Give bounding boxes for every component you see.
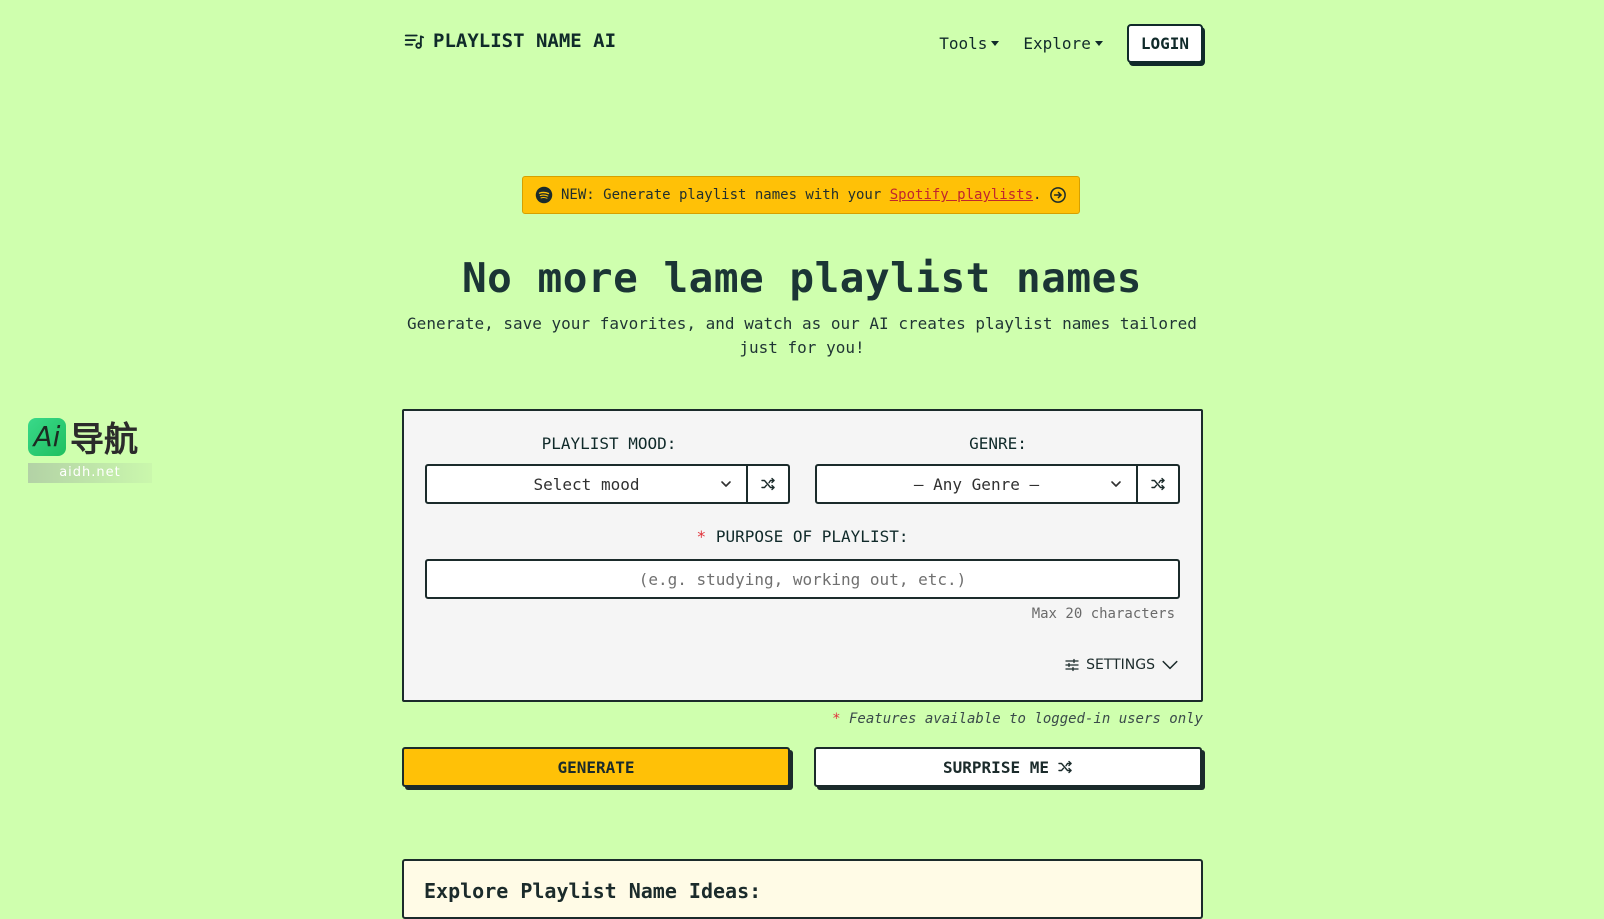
banner-text: NEW: Generate playlist names with your S… xyxy=(561,187,1041,203)
navbar: PLAYLIST NAME AI Tools Explore LOGIN xyxy=(403,24,1203,64)
explore-ideas-section: Explore Playlist Name Ideas: xyxy=(402,859,1203,919)
surprise-me-label: SURPRISE ME xyxy=(943,757,1049,777)
chevron-down-icon xyxy=(1162,660,1178,670)
brand-logo-link[interactable]: PLAYLIST NAME AI xyxy=(403,30,616,52)
aidh-watermark-logo: Ai 导航 aidh.net xyxy=(28,412,156,483)
logged-in-features-note: * Features available to logged-in users … xyxy=(832,711,1203,727)
required-asterisk: * xyxy=(696,527,707,546)
shuffle-icon xyxy=(1151,477,1165,491)
login-button[interactable]: LOGIN xyxy=(1126,24,1203,63)
genre-label: GENRE: xyxy=(969,434,1027,453)
purpose-label: PURPOSE OF PLAYLIST: xyxy=(715,527,909,546)
nav-menu: Tools Explore LOGIN xyxy=(939,24,1203,63)
nav-tools-dropdown[interactable]: Tools xyxy=(939,34,1000,53)
mood-select-group: Select mood xyxy=(425,464,790,504)
genre-select-group: – Any Genre – xyxy=(815,464,1180,504)
banner-prefix: NEW: Generate playlist names with your xyxy=(561,187,890,203)
chevron-down-icon xyxy=(1111,481,1121,487)
nav-explore-dropdown[interactable]: Explore xyxy=(1023,34,1103,53)
watermark-top: Ai 导航 xyxy=(28,412,156,461)
watermark-text: 导航 xyxy=(70,420,138,460)
caret-down-icon xyxy=(991,41,1000,46)
mood-shuffle-button[interactable] xyxy=(748,464,790,504)
playlist-music-icon xyxy=(404,34,425,49)
required-asterisk: * xyxy=(832,711,841,727)
nav-explore-label: Explore xyxy=(1023,34,1091,53)
watermark-domain: aidh.net xyxy=(28,463,152,483)
brand-name: PLAYLIST NAME AI xyxy=(433,30,617,52)
mood-select[interactable]: Select mood xyxy=(425,464,748,504)
caret-down-icon xyxy=(1094,41,1103,46)
genre-selected-value: – Any Genre – xyxy=(913,474,1040,494)
ai-logo-icon: Ai xyxy=(28,417,66,456)
spotify-icon xyxy=(535,186,553,204)
features-note-text: Features available to logged-in users on… xyxy=(848,711,1203,727)
explore-section-title: Explore Playlist Name Ideas: xyxy=(424,879,762,903)
shuffle-icon xyxy=(1058,760,1072,774)
mood-selected-value: Select mood xyxy=(533,474,640,494)
page-subtitle: Generate, save your favorites, and watch… xyxy=(407,314,1197,357)
arrow-right-circle-icon[interactable] xyxy=(1049,186,1067,204)
banner-suffix: . xyxy=(1033,187,1042,203)
generator-form-card: PLAYLIST MOOD: Select mood GENRE: – Any … xyxy=(402,409,1203,702)
purpose-label-wrapper: * PURPOSE OF PLAYLIST: xyxy=(425,527,1180,546)
generate-button[interactable]: GENERATE xyxy=(402,747,790,787)
chevron-down-icon xyxy=(721,481,731,487)
genre-shuffle-button[interactable] xyxy=(1138,464,1180,504)
sliders-icon xyxy=(1065,658,1079,672)
shuffle-icon xyxy=(761,477,775,491)
nav-tools-label: Tools xyxy=(939,34,988,53)
purpose-char-limit-hint: Max 20 characters xyxy=(1031,606,1175,622)
page-title: No more lame playlist names xyxy=(462,254,1142,302)
purpose-input[interactable] xyxy=(425,559,1180,599)
mood-label: PLAYLIST MOOD: xyxy=(541,434,677,453)
surprise-me-button[interactable]: SURPRISE ME xyxy=(814,747,1202,787)
spotify-announcement-banner: NEW: Generate playlist names with your S… xyxy=(522,176,1080,214)
spotify-playlists-link[interactable]: Spotify playlists xyxy=(890,187,1033,203)
settings-label: SETTINGS xyxy=(1086,657,1155,673)
settings-toggle[interactable]: SETTINGS xyxy=(1064,656,1179,674)
genre-select[interactable]: – Any Genre – xyxy=(815,464,1138,504)
